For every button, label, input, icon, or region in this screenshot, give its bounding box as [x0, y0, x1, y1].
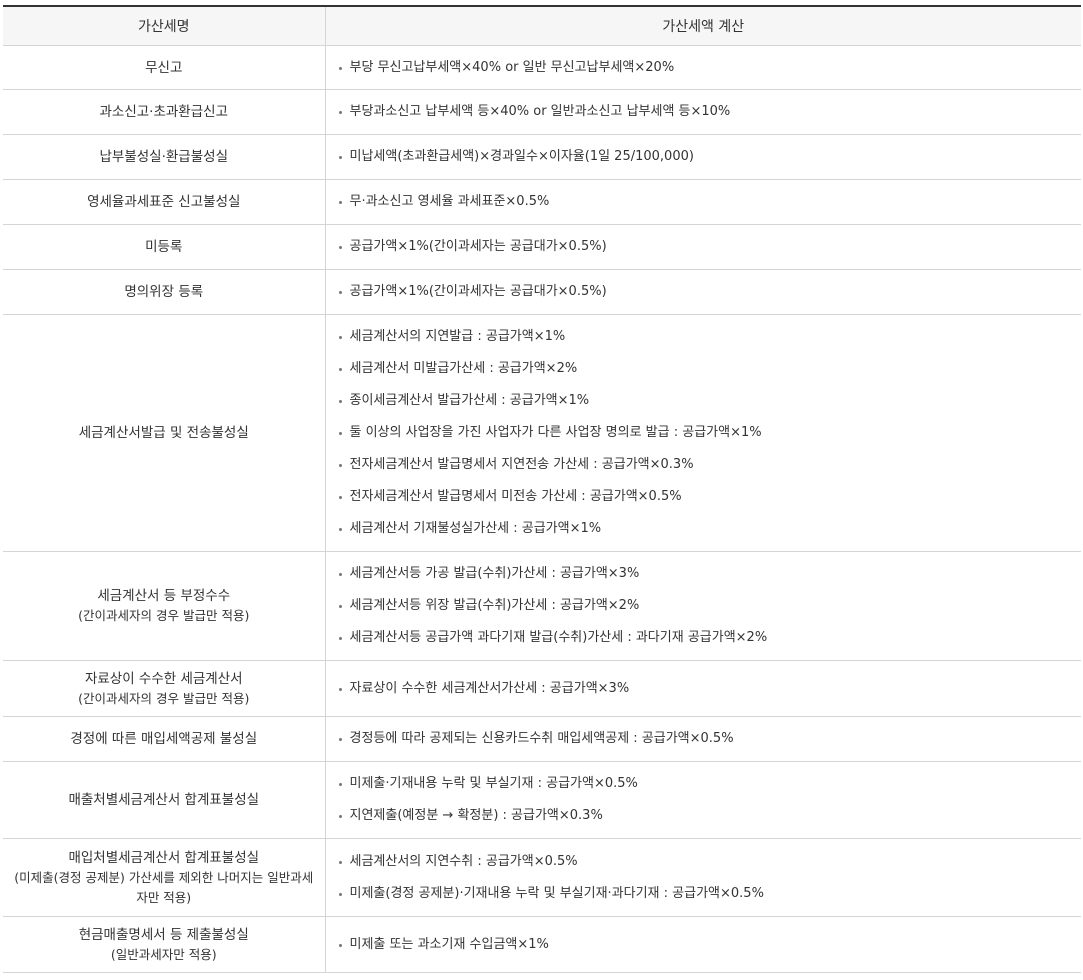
calc-list: 세금계산서의 지연발급 : 공급가액×1% 세금계산서 미발급가산세 : 공급가액…	[338, 321, 1070, 545]
penalty-calc-cell: 세금계산서등 가공 발급(수취)가산세 : 공급가액×3% 세금계산서등 위장 발…	[324, 551, 1081, 661]
calc-list: 미납세액(초과환급세액)×경과일수×이자율(1일 25/100,000)	[338, 141, 1070, 173]
penalty-name: 무신고	[145, 59, 183, 76]
penalty-calc-cell: 자료상이 수수한 세금계산서가산세 : 공급가액×3%	[324, 660, 1081, 717]
penalty-calc-cell: 공급가액×1%(간이과세자는 공급대가×0.5%)	[324, 269, 1081, 315]
calc-list-item: 공급가액×1%(간이과세자는 공급대가×0.5%)	[338, 231, 1070, 263]
penalty-name-cell: 경정에 따른 매입세액공제 불성실	[3, 716, 325, 762]
table-row: 납부불성실·환급불성실 미납세액(초과환급세액)×경과일수×이자율(1일 25/1…	[3, 134, 1081, 180]
penalty-calc-cell: 부당 무신고납부세액×40% or 일반 무신고납부세액×20%	[324, 45, 1081, 90]
calc-list: 세금계산서등 가공 발급(수취)가산세 : 공급가액×3% 세금계산서등 위장 발…	[338, 558, 1070, 654]
penalty-name-cell: 매입처별세금계산서 합계표불성실 (미제출(경정 공제분) 가산세를 제외한 나머…	[3, 838, 325, 917]
calc-list-item: 세금계산서등 위장 발급(수취)가산세 : 공급가액×2%	[338, 590, 1070, 622]
calc-list: 공급가액×1%(간이과세자는 공급대가×0.5%)	[338, 231, 1070, 263]
table-row: 미등록 공급가액×1%(간이과세자는 공급대가×0.5%)	[3, 224, 1081, 270]
calc-list-item: 세금계산서등 가공 발급(수취)가산세 : 공급가액×3%	[338, 558, 1070, 590]
calc-list-item: 무·과소신고 영세율 과세표준×0.5%	[338, 186, 1070, 218]
calc-list: 경정등에 따라 공제되는 신용카드수취 매입세액공제 : 공급가액×0.5%	[338, 723, 1070, 755]
penalty-calc-cell: 공급가액×1%(간이과세자는 공급대가×0.5%)	[324, 224, 1081, 270]
calc-list-item: 미제출·기재내용 누락 및 부실기재 : 공급가액×0.5%	[338, 768, 1070, 800]
penalty-name: 자료상이 수수한 세금계산서	[84, 670, 243, 687]
penalty-name-cell: 현금매출명세서 등 제출불성실 (일반과세자만 적용)	[3, 916, 325, 973]
penalty-name-note: (일반과세자만 적용)	[110, 946, 217, 962]
calc-list: 세금계산서의 지연수취 : 공급가액×0.5% 미제출(경정 공제분)·기재내용 …	[338, 846, 1070, 910]
table-row: 매출처별세금계산서 합계표불성실 미제출·기재내용 누락 및 부실기재 : 공급가…	[3, 761, 1081, 839]
header-penalty-calc: 가산세액 계산	[324, 6, 1081, 46]
calc-list-item: 자료상이 수수한 세금계산서가산세 : 공급가액×3%	[338, 673, 1070, 705]
calc-list-item: 전자세금계산서 발급명세서 지연전송 가산세 : 공급가액×0.3%	[338, 449, 1070, 481]
table-body: 무신고 부당 무신고납부세액×40% or 일반 무신고납부세액×20% 과소신고·…	[3, 45, 1081, 973]
calc-list-item: 전자세금계산서 발급명세서 미전송 가산세 : 공급가액×0.5%	[338, 481, 1070, 513]
penalty-name-cell: 영세율과세표준 신고불성실	[3, 179, 325, 225]
penalty-name-cell: 과소신고·초과환급신고	[3, 89, 325, 135]
penalty-name: 매출처별세금계산서 합계표불성실	[68, 792, 260, 808]
penalty-calc-cell: 미제출·기재내용 누락 및 부실기재 : 공급가액×0.5% 지연제출(예정분 →…	[324, 761, 1081, 839]
calc-list-item: 둘 이상의 사업장을 가진 사업자가 다른 사업장 명의로 발급 : 공급가액×…	[338, 417, 1070, 449]
penalty-name-note: (간이과세자의 경우 발급만 적용)	[78, 690, 250, 706]
penalty-name: 명의위장 등록	[124, 284, 204, 300]
penalty-calc-cell: 미제출 또는 과소기재 수입금액×1%	[324, 916, 1081, 973]
calc-list-item: 세금계산서 미발급가산세 : 공급가액×2%	[338, 353, 1070, 385]
calc-list-item: 세금계산서등 공급가액 과다기재 발급(수취)가산세 : 과다기재 공급가액×2…	[338, 622, 1070, 654]
penalty-name: 납부불성실·환급불성실	[99, 149, 229, 165]
penalty-name-cell: 자료상이 수수한 세금계산서 (간이과세자의 경우 발급만 적용)	[3, 660, 325, 717]
penalty-name: 매입처별세금계산서 합계표불성실	[68, 849, 260, 866]
calc-list: 부당과소신고 납부세액 등×40% or 일반과소신고 납부세액 등×10%	[338, 96, 1070, 128]
calc-list-item: 공급가액×1%(간이과세자는 공급대가×0.5%)	[338, 276, 1070, 308]
penalty-calc-cell: 세금계산서의 지연수취 : 공급가액×0.5% 미제출(경정 공제분)·기재내용 …	[324, 838, 1081, 917]
penalty-tax-table: 가산세명 가산세액 계산 무신고 부당 무신고납부세액×40% or 일반 무신고…	[3, 5, 1081, 973]
table-row: 세금계산서 등 부정수수 (간이과세자의 경우 발급만 적용) 세금계산서등 가공 …	[3, 551, 1081, 661]
calc-list-item: 세금계산서의 지연발급 : 공급가액×1%	[338, 321, 1070, 353]
penalty-name: 세금계산서 등 부정수수	[97, 588, 231, 604]
table-row: 자료상이 수수한 세금계산서 (간이과세자의 경우 발급만 적용) 자료상이 수수한…	[3, 660, 1081, 717]
calc-list: 공급가액×1%(간이과세자는 공급대가×0.5%)	[338, 276, 1070, 308]
penalty-name-cell: 미등록	[3, 224, 325, 270]
penalty-name: 영세율과세표준 신고불성실	[87, 194, 241, 210]
penalty-name: 현금매출명세서 등 제출불성실	[78, 926, 249, 943]
calc-list: 무·과소신고 영세율 과세표준×0.5%	[338, 186, 1070, 218]
calc-list: 부당 무신고납부세액×40% or 일반 무신고납부세액×20%	[338, 52, 1070, 84]
calc-list-item: 경정등에 따라 공제되는 신용카드수취 매입세액공제 : 공급가액×0.5%	[338, 723, 1070, 755]
calc-list-item: 미제출 또는 과소기재 수입금액×1%	[338, 929, 1070, 961]
calc-list-item: 지연제출(예정분 → 확정분) : 공급가액×0.3%	[338, 800, 1070, 832]
penalty-calc-cell: 부당과소신고 납부세액 등×40% or 일반과소신고 납부세액 등×10%	[324, 89, 1081, 135]
calc-list: 미제출·기재내용 누락 및 부실기재 : 공급가액×0.5% 지연제출(예정분 →…	[338, 768, 1070, 832]
penalty-calc-cell: 경정등에 따라 공제되는 신용카드수취 매입세액공제 : 공급가액×0.5%	[324, 716, 1081, 762]
table-row: 세금계산서발급 및 전송불성실 세금계산서의 지연발급 : 공급가액×1% 세금계산…	[3, 314, 1081, 552]
calc-list: 미제출 또는 과소기재 수입금액×1%	[338, 929, 1070, 961]
calc-list-item: 미납세액(초과환급세액)×경과일수×이자율(1일 25/100,000)	[338, 141, 1070, 173]
penalty-calc-cell: 미납세액(초과환급세액)×경과일수×이자율(1일 25/100,000)	[324, 134, 1081, 180]
calc-list-item: 부당 무신고납부세액×40% or 일반 무신고납부세액×20%	[338, 52, 1070, 84]
calc-list-item: 미제출(경정 공제분)·기재내용 누락 및 부실기재·과다기재 : 공급가액×0…	[338, 878, 1070, 910]
calc-list-item: 세금계산서 기재불성실가산세 : 공급가액×1%	[338, 513, 1070, 545]
penalty-name: 세금계산서발급 및 전송불성실	[78, 425, 249, 441]
penalty-name-note: (간이과세자의 경우 발급만 적용)	[78, 608, 250, 623]
table-row: 매입처별세금계산서 합계표불성실 (미제출(경정 공제분) 가산세를 제외한 나머…	[3, 838, 1081, 917]
penalty-calc-cell: 세금계산서의 지연발급 : 공급가액×1% 세금계산서 미발급가산세 : 공급가액…	[324, 314, 1081, 552]
calc-list-item: 세금계산서의 지연수취 : 공급가액×0.5%	[338, 846, 1070, 878]
table-row: 무신고 부당 무신고납부세액×40% or 일반 무신고납부세액×20%	[3, 45, 1081, 90]
calc-list-item: 부당과소신고 납부세액 등×40% or 일반과소신고 납부세액 등×10%	[338, 96, 1070, 128]
penalty-name-cell: 매출처별세금계산서 합계표불성실	[3, 761, 325, 839]
penalty-name-cell: 납부불성실·환급불성실	[3, 134, 325, 180]
calc-list-item: 종이세금계산서 발급가산세 : 공급가액×1%	[338, 385, 1070, 417]
table-row: 영세율과세표준 신고불성실 무·과소신고 영세율 과세표준×0.5%	[3, 179, 1081, 225]
table-row: 명의위장 등록 공급가액×1%(간이과세자는 공급대가×0.5%)	[3, 269, 1081, 315]
table-row: 과소신고·초과환급신고 부당과소신고 납부세액 등×40% or 일반과소신고 납…	[3, 89, 1081, 135]
penalty-name: 과소신고·초과환급신고	[99, 104, 229, 120]
calc-list: 자료상이 수수한 세금계산서가산세 : 공급가액×3%	[338, 673, 1070, 705]
penalty-name-cell: 세금계산서발급 및 전송불성실	[3, 314, 325, 552]
header-penalty-name: 가산세명	[3, 6, 325, 46]
table-header-row: 가산세명 가산세액 계산	[3, 6, 1081, 46]
penalty-name-cell: 무신고	[3, 45, 325, 90]
penalty-name-cell: 세금계산서 등 부정수수 (간이과세자의 경우 발급만 적용)	[3, 551, 325, 661]
table-row: 현금매출명세서 등 제출불성실 (일반과세자만 적용) 미제출 또는 과소기재 수입…	[3, 916, 1081, 973]
penalty-calc-cell: 무·과소신고 영세율 과세표준×0.5%	[324, 179, 1081, 225]
table-row: 경정에 따른 매입세액공제 불성실 경정등에 따라 공제되는 신용카드수취 매입세…	[3, 716, 1081, 762]
penalty-name: 경정에 따른 매입세액공제 불성실	[70, 731, 258, 747]
penalty-name-note: (미제출(경정 공제분) 가산세를 제외한 나머지는 일반과세자만 적용)	[14, 869, 314, 905]
penalty-name: 미등록	[145, 239, 183, 255]
penalty-name-cell: 명의위장 등록	[3, 269, 325, 315]
